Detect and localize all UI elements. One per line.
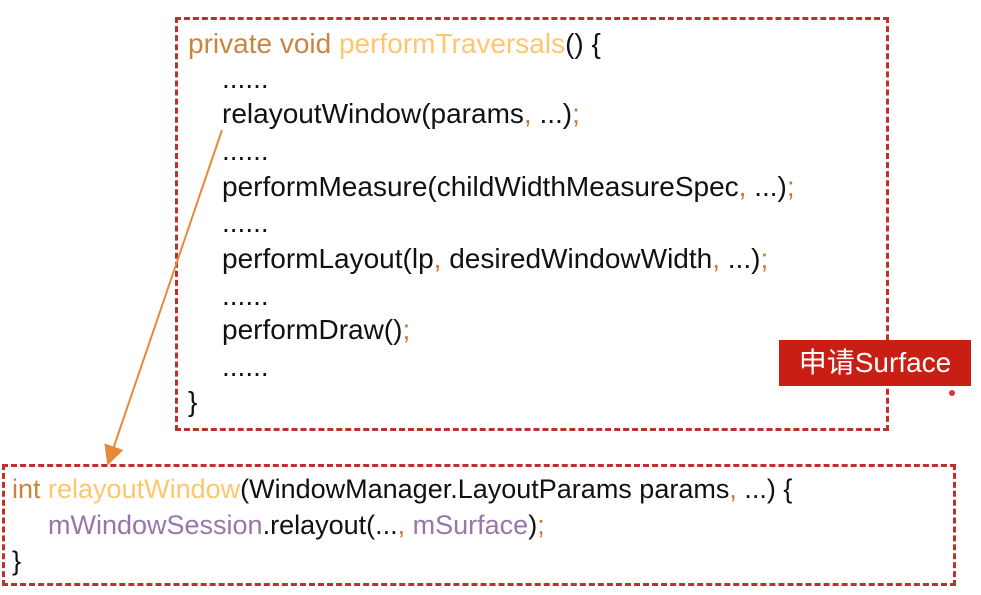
arrow-line — [104, 129, 223, 466]
request-surface-label: 申请Surface — [779, 340, 971, 386]
pointer-dot — [949, 390, 955, 396]
call-arrow — [104, 129, 223, 466]
